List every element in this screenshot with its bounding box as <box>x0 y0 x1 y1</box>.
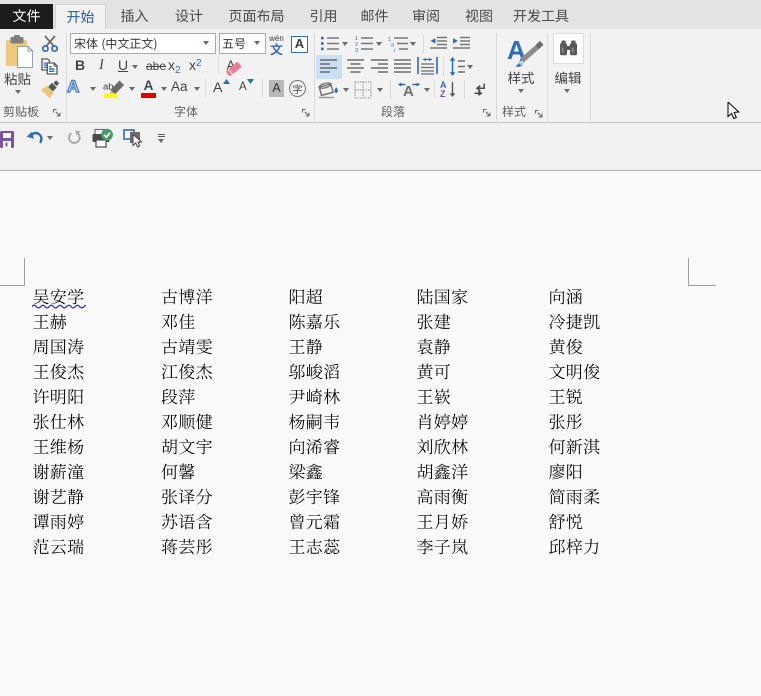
svg-text:i: i <box>394 48 395 52</box>
svg-text:Z: Z <box>440 89 446 98</box>
svg-text:A: A <box>403 83 414 98</box>
svg-text:3: 3 <box>355 48 358 52</box>
